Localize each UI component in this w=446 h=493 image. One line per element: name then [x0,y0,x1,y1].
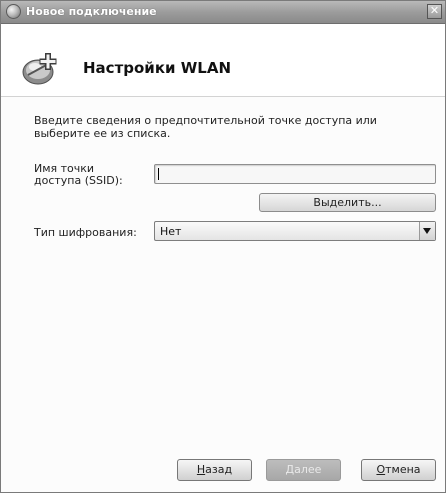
encryption-type-label: Тип шифрования: [34,226,137,239]
select-access-point-button[interactable]: Выделить... [259,193,436,212]
wizard-header: Настройки WLAN [1,24,445,97]
close-button[interactable]: ✕ [427,4,442,19]
instructions-text: Введите сведения о предпочтительной точк… [34,114,377,140]
window-title: Новое подключение [26,5,157,18]
cancel-label: тмена [385,463,421,476]
close-icon: ✕ [429,4,440,17]
ssid-input[interactable] [154,164,436,184]
back-mnemonic: Н [196,463,206,476]
page-title: Настройки WLAN [83,59,231,77]
chevron-down-icon[interactable] [419,222,435,240]
encryption-type-select[interactable]: Нет [154,221,436,241]
app-globe-icon [6,4,21,19]
cancel-button[interactable]: Отмена [361,459,436,481]
title-bar[interactable]: Новое подключение ✕ [1,1,445,24]
ssid-label: Имя точки доступа (SSID): [34,162,123,187]
back-button[interactable]: Назад [177,459,252,481]
next-button[interactable]: Далее [266,459,341,481]
text-cursor [158,168,159,180]
new-connection-dialog: Новое подключение ✕ Настройки WLAN Введи… [0,0,446,493]
encryption-selected-value: Нет [160,225,182,238]
cancel-mnemonic: О [376,463,386,476]
network-connection-plus-icon [22,53,57,85]
back-label: азад [205,463,233,476]
